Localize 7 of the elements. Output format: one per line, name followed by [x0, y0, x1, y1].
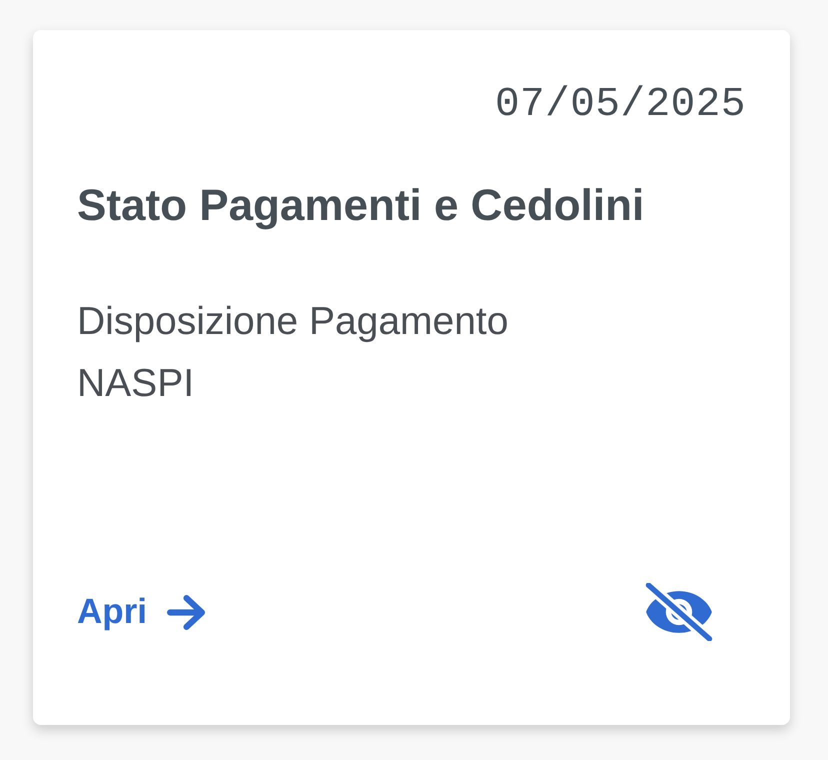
description-text: NASPI [77, 361, 194, 407]
description-text: Disposizione Pagamento [77, 299, 508, 345]
card-title: Stato Pagamenti e Cedolini [77, 180, 644, 232]
crossed-eye-icon[interactable] [644, 583, 714, 641]
arrow-right-icon [167, 594, 205, 630]
open-link[interactable]: Apri [77, 590, 205, 634]
date-text: 07/05/2025 [494, 81, 746, 130]
